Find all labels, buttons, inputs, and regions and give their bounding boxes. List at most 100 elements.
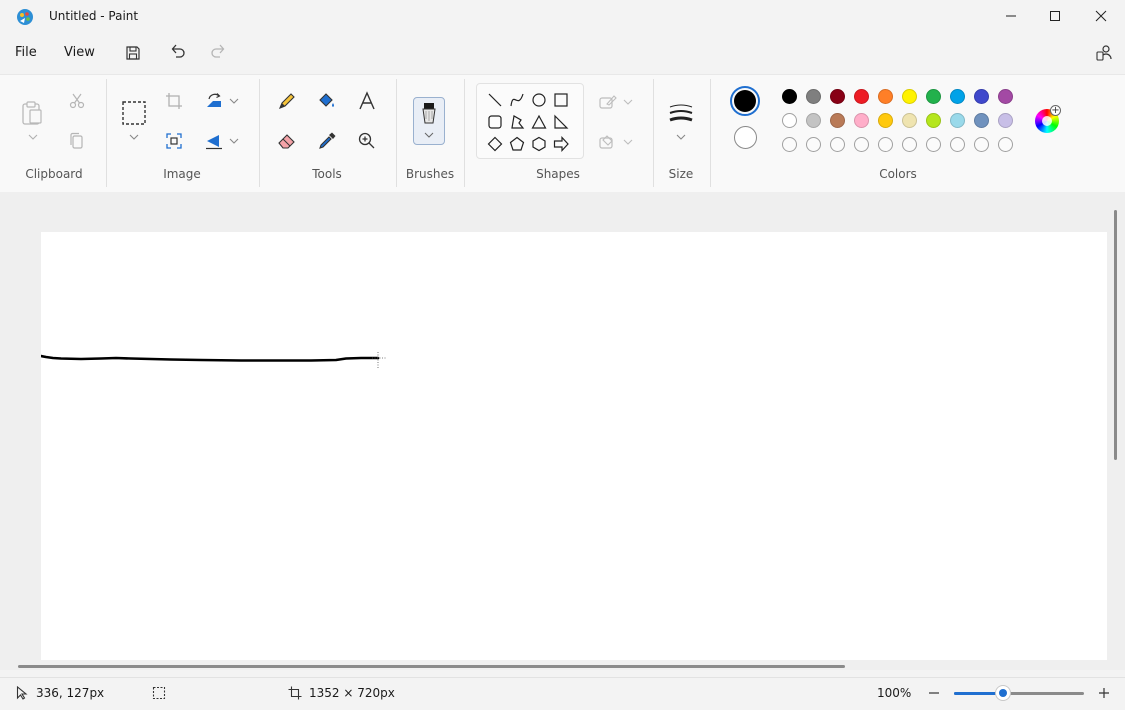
menu-file[interactable]: File: [13, 45, 39, 60]
drawing-canvas[interactable]: [41, 232, 1107, 660]
shape-right-triangle[interactable]: [550, 111, 572, 133]
fill-dropdown[interactable]: [622, 137, 634, 147]
color-swatch[interactable]: [854, 89, 869, 104]
custom-color-slot[interactable]: [950, 137, 965, 152]
color-swatch[interactable]: [782, 89, 797, 104]
custom-color-slot[interactable]: [830, 137, 845, 152]
color-swatch[interactable]: [950, 89, 965, 104]
text-tool[interactable]: [353, 87, 381, 115]
shape-hexagon[interactable]: [528, 133, 550, 155]
color-swatch[interactable]: [806, 89, 821, 104]
maximize-button[interactable]: [1032, 0, 1078, 32]
custom-color-slot[interactable]: [926, 137, 941, 152]
redo-button[interactable]: [205, 38, 231, 64]
horizontal-scrollbar[interactable]: [18, 665, 845, 668]
tools-group-label: Tools: [312, 167, 342, 181]
rotate-dropdown[interactable]: [227, 95, 241, 107]
shape-curve[interactable]: [506, 89, 528, 111]
rotate-icon: [207, 93, 221, 107]
custom-color-slot[interactable]: [782, 137, 797, 152]
menu-view[interactable]: View: [62, 45, 97, 60]
custom-color-slot[interactable]: [878, 137, 893, 152]
color-swatch[interactable]: [926, 89, 941, 104]
canvas-size-icon: [287, 685, 303, 701]
outline-button[interactable]: [596, 91, 620, 113]
color-swatch[interactable]: [854, 113, 869, 128]
zoom-out-button[interactable]: [924, 684, 944, 702]
paste-dropdown[interactable]: [26, 131, 40, 143]
vertical-scrollbar[interactable]: [1114, 210, 1117, 460]
secondary-color[interactable]: [734, 126, 757, 149]
close-button[interactable]: [1078, 0, 1124, 32]
undo-icon: [171, 44, 185, 58]
color-swatch[interactable]: [998, 89, 1013, 104]
cut-button[interactable]: [63, 87, 91, 115]
chevron-down-icon: [28, 134, 38, 140]
shape-rectangle[interactable]: [550, 89, 572, 111]
color-swatch[interactable]: [830, 113, 845, 128]
shape-line[interactable]: [484, 89, 506, 111]
zoom-in-button[interactable]: [1094, 684, 1114, 702]
maximize-icon: [1050, 11, 1060, 21]
shape-triangle[interactable]: [528, 111, 550, 133]
flip-button[interactable]: [200, 127, 228, 155]
flip-dropdown[interactable]: [227, 135, 241, 147]
color-swatch[interactable]: [806, 113, 821, 128]
select-button[interactable]: [118, 97, 150, 129]
color-swatch[interactable]: [974, 89, 989, 104]
shape-arrow[interactable]: [550, 133, 572, 155]
shape-rounded-rectangle[interactable]: [484, 111, 506, 133]
save-button[interactable]: [120, 40, 146, 66]
size-dropdown[interactable]: [674, 131, 688, 143]
shape-polygon[interactable]: [506, 111, 528, 133]
shapes-group-label: Shapes: [536, 167, 580, 181]
edit-colors-button[interactable]: +: [1035, 105, 1061, 133]
rotate-button[interactable]: [200, 87, 228, 115]
color-swatch[interactable]: [878, 113, 893, 128]
chevron-down-icon: [676, 134, 686, 140]
color-swatch[interactable]: [902, 89, 917, 104]
zoom-slider-thumb[interactable]: [996, 686, 1010, 700]
paste-button[interactable]: [18, 97, 46, 129]
custom-color-slot[interactable]: [974, 137, 989, 152]
outline-dropdown[interactable]: [622, 97, 634, 107]
shape-oval[interactable]: [528, 89, 550, 111]
custom-color-slot[interactable]: [854, 137, 869, 152]
right-arrow-icon: [553, 136, 569, 152]
brushes-button[interactable]: [413, 97, 445, 145]
shape-pentagon[interactable]: [506, 133, 528, 155]
fill-button[interactable]: [596, 131, 620, 153]
minimize-button[interactable]: [988, 0, 1034, 32]
shape-fill-icon: [599, 135, 613, 149]
fill-tool[interactable]: [313, 87, 341, 115]
select-dropdown[interactable]: [127, 131, 141, 143]
custom-color-slot[interactable]: [902, 137, 917, 152]
undo-button[interactable]: [165, 38, 191, 64]
color-swatch[interactable]: [878, 89, 893, 104]
color-swatch[interactable]: [926, 113, 941, 128]
color-swatch[interactable]: [998, 113, 1013, 128]
account-button[interactable]: [1091, 40, 1117, 66]
magnifier-tool[interactable]: [353, 127, 381, 155]
size-button[interactable]: [666, 99, 696, 127]
cursor-position: 336, 127px: [36, 686, 105, 700]
close-icon: [1095, 10, 1107, 22]
flip-icon: [206, 135, 222, 150]
resize-button[interactable]: [160, 127, 188, 155]
custom-color-slot[interactable]: [998, 137, 1013, 152]
color-swatch[interactable]: [782, 113, 797, 128]
crop-button[interactable]: [160, 87, 188, 115]
custom-color-slot[interactable]: [806, 137, 821, 152]
color-picker-tool[interactable]: [313, 127, 341, 155]
eraser-icon: [278, 134, 295, 149]
canvas-size: 1352 × 720px: [309, 686, 395, 700]
color-swatch[interactable]: [902, 113, 917, 128]
primary-color[interactable]: [730, 86, 760, 116]
color-swatch[interactable]: [950, 113, 965, 128]
color-swatch[interactable]: [830, 89, 845, 104]
pencil-tool[interactable]: [273, 87, 301, 115]
eraser-tool[interactable]: [273, 127, 301, 155]
copy-button[interactable]: [63, 127, 91, 155]
color-swatch[interactable]: [974, 113, 989, 128]
shape-diamond[interactable]: [484, 133, 506, 155]
